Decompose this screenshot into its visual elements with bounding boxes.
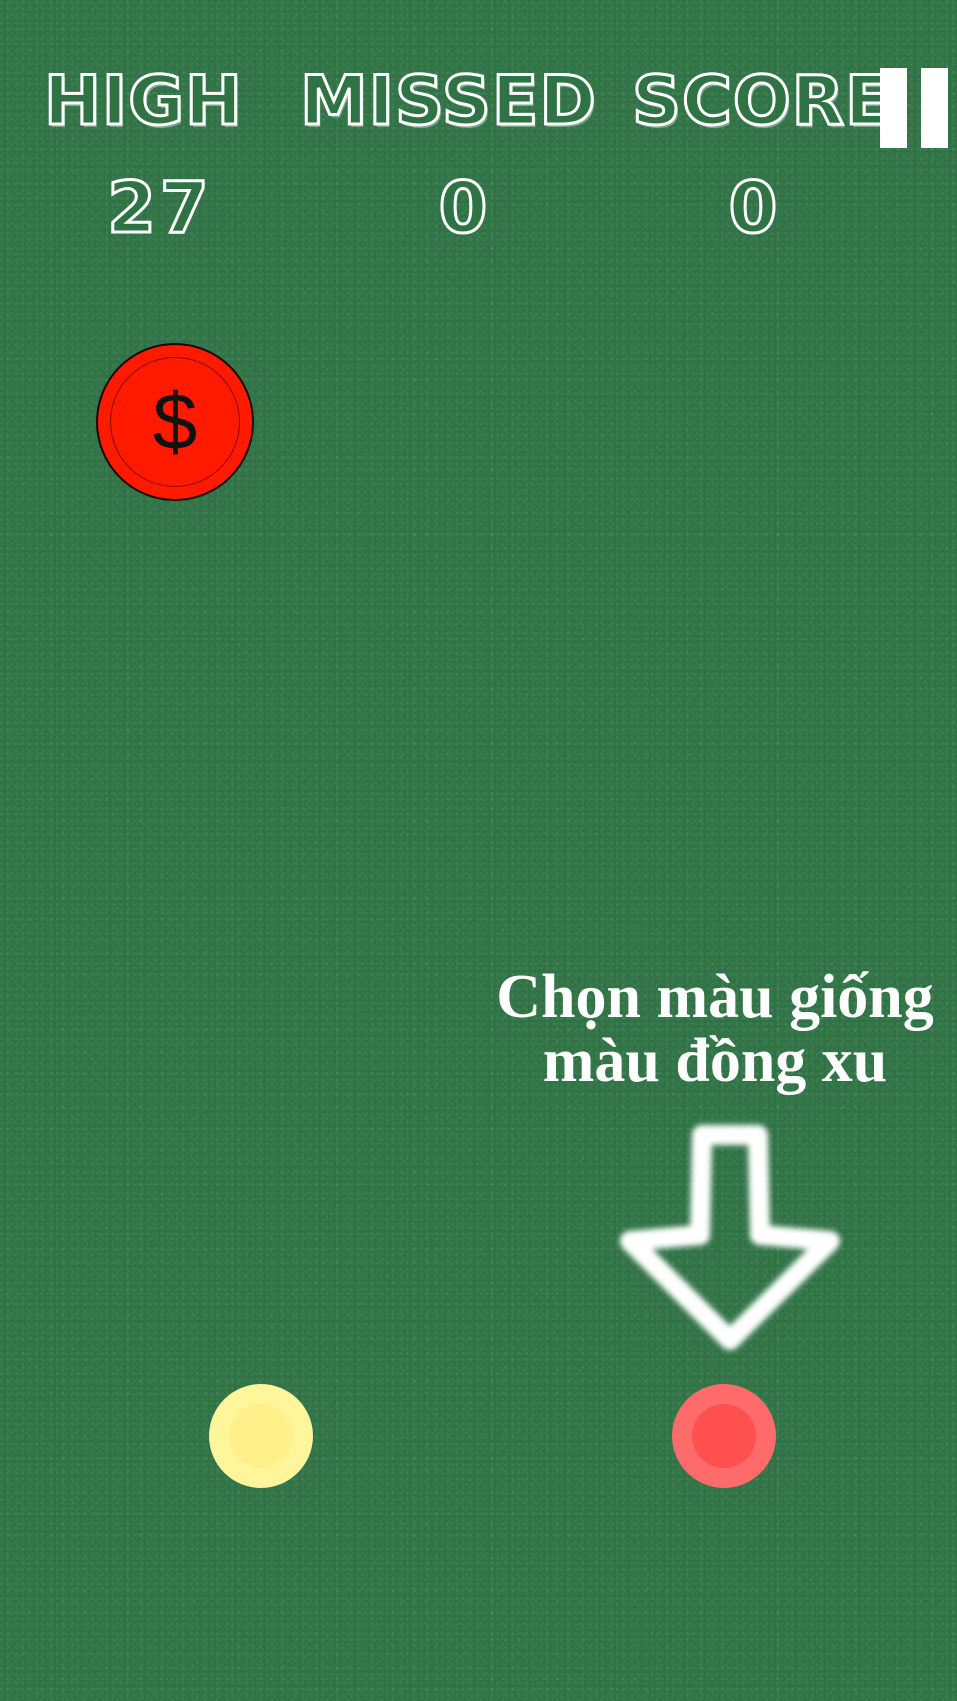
pause-icon-bar-right [921, 68, 948, 148]
high-label: HIGH [43, 61, 244, 143]
score-label: SCORE [631, 61, 894, 143]
hint-line-1: Chọn màu giống [496, 963, 934, 1031]
color-button-yellow-core [229, 1404, 293, 1468]
coin-dollar-symbol: $ [152, 377, 198, 466]
down-arrow-icon [620, 1125, 840, 1350]
color-button-red-core [692, 1404, 756, 1468]
pause-button[interactable] [880, 68, 950, 148]
down-arrow-shape [620, 1125, 840, 1350]
falling-coin: $ [96, 343, 254, 501]
high-score-value: 27 [106, 167, 213, 250]
missed-value: 0 [437, 167, 492, 250]
color-button-yellow[interactable] [209, 1384, 313, 1488]
hint-text: Chọn màu giống màu đồng xu [470, 965, 957, 1093]
score-value: 0 [727, 167, 782, 250]
missed-label: MISSED [299, 61, 598, 143]
color-button-red[interactable] [672, 1384, 776, 1488]
pause-icon-bar-left [880, 68, 907, 148]
hint-line-2: màu đồng xu [542, 1027, 888, 1095]
